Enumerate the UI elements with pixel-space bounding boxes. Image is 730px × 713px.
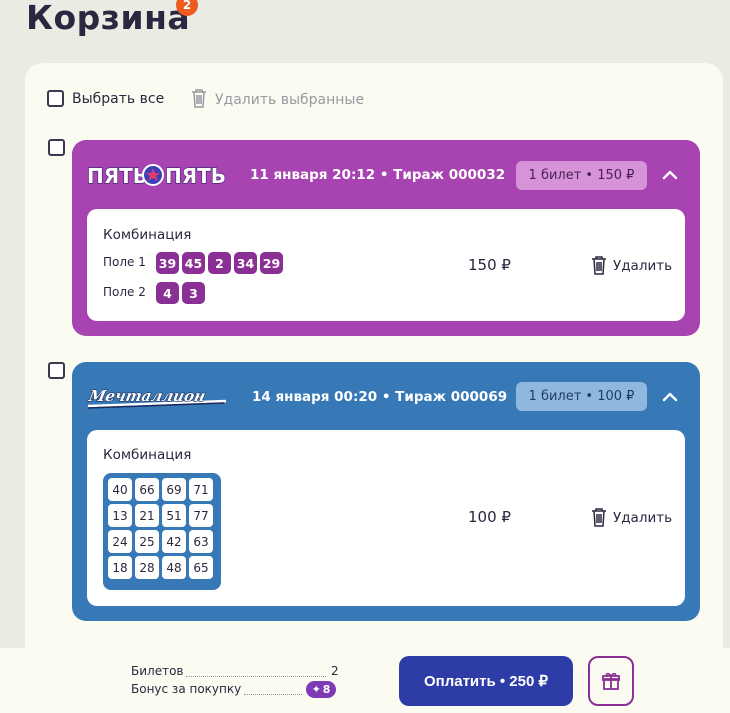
bonus-value: 8 <box>322 683 331 696</box>
grid-number: 66 <box>135 478 159 501</box>
sparkle-icon: ✦ <box>311 683 321 696</box>
gift-icon <box>602 672 620 690</box>
grid-number: 21 <box>135 504 159 527</box>
ticket-card: ПЯТЬ ПЯТЬ 11 января 20:12 • Тираж 000032… <box>72 140 700 336</box>
svg-text:ПЯТЬ: ПЯТЬ <box>165 164 226 188</box>
field-2-label: Поле 2 <box>103 285 146 299</box>
svg-text:Мечталлион: Мечталлион <box>86 387 207 405</box>
draw-info: 14 января 00:20 • Тираж 000069 <box>252 389 508 405</box>
chevron-up-icon[interactable] <box>659 386 681 408</box>
combination-label: Комбинация <box>103 447 192 463</box>
gift-button[interactable] <box>588 656 634 706</box>
delete-label: Удалить <box>613 257 673 274</box>
bonus-badge: ✦ 8 <box>306 681 336 698</box>
grid-number: 69 <box>162 478 186 501</box>
ticket-header: Мечталлион 14 января 00:20 • Тираж 00006… <box>72 362 700 432</box>
number-ball: 29 <box>260 252 283 274</box>
grid-number: 18 <box>108 556 132 579</box>
page-title: Корзина <box>26 0 191 37</box>
pay-button[interactable]: Оплатить • 250 ₽ <box>399 656 573 706</box>
number-ball: 39 <box>156 252 179 274</box>
ticket-checkbox[interactable] <box>48 362 65 379</box>
dotted-leader <box>186 676 326 677</box>
number-ball: 4 <box>156 282 179 304</box>
grid-number: 71 <box>189 478 213 501</box>
grid-number: 63 <box>189 530 213 553</box>
draw-info: 11 января 20:12 • Тираж 000032 <box>250 167 506 183</box>
select-all-label[interactable]: Выбрать все <box>72 91 164 107</box>
tickets-pill: 1 билет • 150 ₽ <box>516 161 647 190</box>
dotted-leader <box>244 694 302 695</box>
ticket-price: 100 ₽ <box>468 508 511 526</box>
grid-number: 40 <box>108 478 132 501</box>
grid-number: 51 <box>162 504 186 527</box>
trash-icon <box>592 508 606 527</box>
ticket-header: ПЯТЬ ПЯТЬ 11 января 20:12 • Тираж 000032… <box>72 140 700 210</box>
delete-selected-button[interactable]: Удалить выбранные <box>215 92 364 108</box>
grid-number: 25 <box>135 530 159 553</box>
ticket-checkbox[interactable] <box>48 139 65 156</box>
field-2-numbers: 4 3 <box>156 282 205 304</box>
select-all-checkbox[interactable] <box>47 90 64 107</box>
number-grid: 40 66 69 71 13 21 51 77 24 25 42 63 18 2… <box>103 473 221 590</box>
ticket-price: 150 ₽ <box>468 256 511 274</box>
delete-label: Удалить <box>613 509 673 526</box>
ticket-body: Комбинация Поле 1 39 45 2 34 29 Поле 2 4… <box>87 209 685 321</box>
grid-number: 13 <box>108 504 132 527</box>
chevron-up-icon[interactable] <box>659 164 681 186</box>
tickets-count-label: Билетов <box>131 664 184 678</box>
svg-text:ПЯТЬ: ПЯТЬ <box>87 164 148 188</box>
bonus-label: Бонус за покупку <box>131 682 242 696</box>
ticket-card: Мечталлион 14 января 00:20 • Тираж 00006… <box>72 362 700 621</box>
combination-label: Комбинация <box>103 227 192 243</box>
number-ball: 45 <box>182 252 205 274</box>
mechtallion-logo: Мечталлион <box>86 387 227 409</box>
grid-number: 48 <box>162 556 186 579</box>
tickets-count-value: 2 <box>331 664 339 678</box>
delete-ticket-button[interactable]: Удалить <box>591 508 672 527</box>
field-1-numbers: 39 45 2 34 29 <box>156 252 283 274</box>
tickets-pill: 1 билет • 100 ₽ <box>516 382 647 411</box>
number-ball: 3 <box>182 282 205 304</box>
delete-ticket-button[interactable]: Удалить <box>591 256 672 275</box>
trash-icon[interactable] <box>191 89 207 112</box>
ticket-body: Комбинация 40 66 69 71 13 21 51 77 24 25… <box>87 430 685 606</box>
number-ball: 2 <box>208 252 231 274</box>
grid-number: 42 <box>162 530 186 553</box>
field-1-label: Поле 1 <box>103 255 146 269</box>
pyat-o-pyat-logo: ПЯТЬ ПЯТЬ <box>87 163 227 188</box>
cart-count-badge: 2 <box>176 0 198 16</box>
grid-number: 28 <box>135 556 159 579</box>
trash-icon <box>592 256 606 275</box>
grid-number: 65 <box>189 556 213 579</box>
grid-number: 24 <box>108 530 132 553</box>
grid-number: 77 <box>189 504 213 527</box>
number-ball: 34 <box>234 252 257 274</box>
